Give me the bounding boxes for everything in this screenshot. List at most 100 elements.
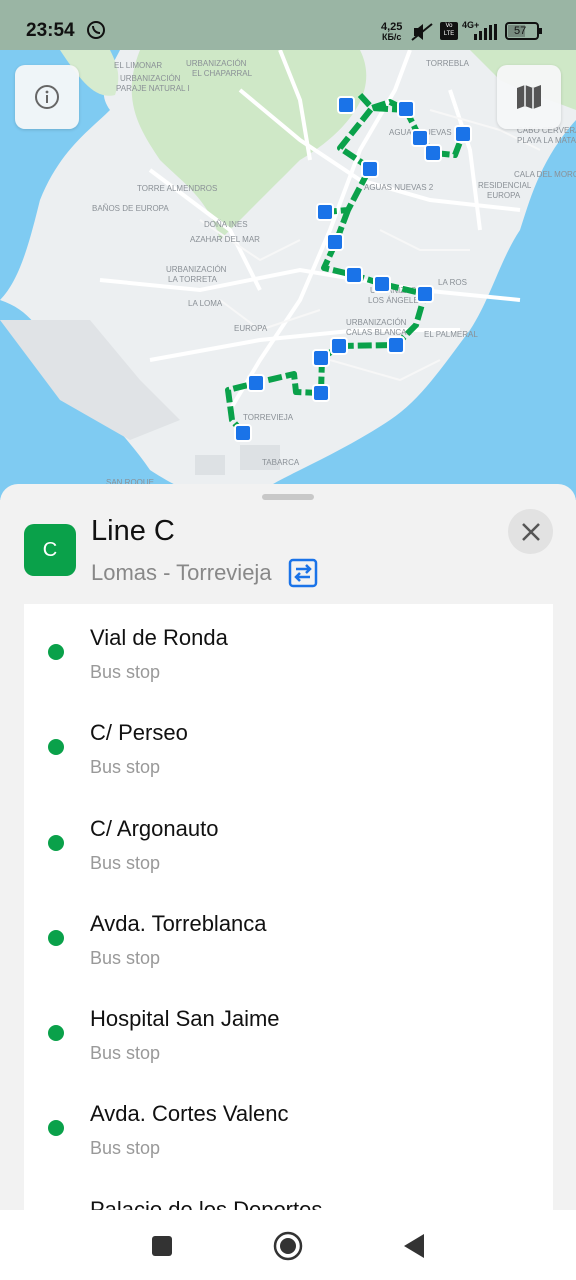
map-label: EL CHAPARRAL <box>192 69 253 78</box>
stop-name: Hospital San Jaime <box>90 1006 280 1032</box>
stop-dot-icon <box>48 929 64 946</box>
stop-kind: Bus stop <box>90 947 161 968</box>
map-label: PLAYA LA MATA <box>517 136 576 145</box>
swap-direction-button[interactable] <box>288 558 318 588</box>
stop-dot-icon <box>48 1120 64 1137</box>
net-speed: 4,25 КБ/с <box>381 21 403 43</box>
bus-stop-marker <box>397 100 415 118</box>
recents-icon <box>152 1236 172 1256</box>
map-label: PARAJE NATURAL I <box>116 84 190 93</box>
close-icon <box>521 522 540 541</box>
stop-item[interactable]: Palacio de los Deportes Bus stop <box>24 1176 553 1210</box>
signal-icon <box>474 24 498 45</box>
back-icon <box>404 1234 424 1258</box>
bus-stop-marker <box>316 203 334 221</box>
stop-item[interactable]: C/ Argonauto Bus stop <box>24 795 553 890</box>
map-label: EUROPA <box>234 324 268 333</box>
whatsapp-notification-icon <box>86 20 106 45</box>
stop-item[interactable]: Hospital San Jaime Bus stop <box>24 985 553 1080</box>
map-label: LA TORRETA <box>168 275 218 284</box>
bus-stop-marker <box>247 374 265 392</box>
status-bar: 23:54 4,25 КБ/с Vo LTE 4G+ 57 <box>0 0 576 50</box>
map-label: EL LIMONAR <box>114 61 162 70</box>
bus-stop-marker <box>373 275 391 293</box>
map-label: TORRE ALMENDROS <box>137 184 217 193</box>
info-button[interactable] <box>15 65 79 129</box>
map-label: AGUAS NUEVAS 2 <box>364 183 434 192</box>
stop-kind: Bus stop <box>90 662 161 682</box>
stop-name: Palacio de los Deportes <box>90 1196 323 1210</box>
bus-stop-marker <box>330 337 348 355</box>
bus-stop-marker <box>312 384 330 402</box>
net-speed-value: 4,25 <box>381 21 403 33</box>
map-label: DOÑA INES <box>204 220 248 229</box>
bus-stop-marker <box>387 336 405 354</box>
stop-item[interactable]: Avda. Torreblanca Bus stop <box>24 890 553 985</box>
close-button[interactable] <box>508 509 553 554</box>
net-speed-unit: КБ/с <box>381 32 402 42</box>
home-button[interactable] <box>271 1229 305 1263</box>
swap-direction-icon <box>288 558 318 588</box>
stop-dot-icon <box>48 834 64 851</box>
line-badge: C <box>24 524 76 576</box>
bus-stop-marker <box>411 129 429 147</box>
map-label: URBANIZACIÓN <box>120 74 181 83</box>
map-layers-button[interactable] <box>497 65 561 129</box>
map-label: URBANIZACIÓN <box>166 265 227 274</box>
map-label: EUROPA <box>487 191 521 200</box>
stop-dot-icon <box>48 1025 64 1042</box>
bus-stop-marker <box>345 266 363 284</box>
bus-stop-marker <box>326 233 344 251</box>
bus-stop-marker <box>361 160 379 178</box>
stop-name: C/ Perseo <box>90 720 188 746</box>
back-button[interactable] <box>397 1229 431 1263</box>
stop-name: C/ Argonauto <box>90 815 219 841</box>
mute-icon <box>410 22 434 47</box>
bus-stop-marker <box>337 96 355 114</box>
stop-item[interactable]: C/ Perseo Bus stop <box>24 699 553 794</box>
system-nav-bar <box>0 1210 576 1280</box>
stop-dot-icon <box>48 644 64 660</box>
map-label: LA LOMA <box>188 299 223 308</box>
clock: 23:54 <box>26 20 75 41</box>
bus-stop-marker <box>312 349 330 367</box>
home-icon <box>273 1231 303 1261</box>
stop-name: Avda. Cortes Valenc <box>90 1101 289 1127</box>
map-label: AZAHAR DEL MAR <box>190 235 260 244</box>
sheet-drag-handle[interactable] <box>262 494 314 500</box>
map-label: LA ROS <box>438 278 467 287</box>
map-label: URBANIZACIÓN <box>186 59 247 68</box>
map-label: LOS ÁNGELES <box>368 296 424 305</box>
map-label: BAÑOS DE EUROPA <box>92 204 169 213</box>
line-route: Lomas - Torrevieja <box>91 560 272 585</box>
stop-name: Vial de Ronda <box>90 625 228 650</box>
map-canvas[interactable]: EL LIMONAR URBANIZACIÓN EL CHAPARRAL URB… <box>0 0 576 500</box>
info-icon <box>35 85 59 109</box>
bus-stop-marker <box>416 285 434 303</box>
map-label: CALA DEL MORO <box>514 170 576 179</box>
bus-stop-marker <box>234 424 252 442</box>
map-label: RESIDENCIAL <box>478 181 532 190</box>
stop-name: Avda. Torreblanca <box>90 910 267 936</box>
map-label: TORREVIEJA <box>243 413 294 422</box>
recents-button[interactable] <box>145 1229 179 1263</box>
stop-kind: Bus stop <box>90 1043 161 1064</box>
map-icon <box>517 85 541 109</box>
bus-stop-marker <box>454 125 472 143</box>
route-map[interactable]: EL LIMONAR URBANIZACIÓN EL CHAPARRAL URB… <box>0 0 576 500</box>
stop-kind: Bus stop <box>90 757 161 778</box>
map-label: TORREBLA <box>426 59 470 68</box>
battery-level: 57 <box>514 25 527 37</box>
map-label: URBANIZACIÓN <box>346 318 407 327</box>
stop-dot-icon <box>48 739 64 756</box>
stop-item[interactable]: Vial de Ronda Bus stop <box>24 604 553 699</box>
map-label: TABARCA <box>262 458 300 467</box>
bus-stop-marker <box>424 144 442 162</box>
stop-item[interactable]: Avda. Cortes Valenc Bus stop <box>24 1080 553 1175</box>
line-title: Line C <box>91 515 175 547</box>
map-label: EL PALMERAL <box>424 330 478 339</box>
stop-kind: Bus stop <box>90 1138 161 1159</box>
line-details-sheet: C Line C Lomas - Torrevieja Vial de Rond… <box>0 484 576 1280</box>
stop-kind: Bus stop <box>90 852 161 873</box>
stops-list[interactable]: Vial de Ronda Bus stop C/ Perseo Bus sto… <box>24 604 553 1210</box>
